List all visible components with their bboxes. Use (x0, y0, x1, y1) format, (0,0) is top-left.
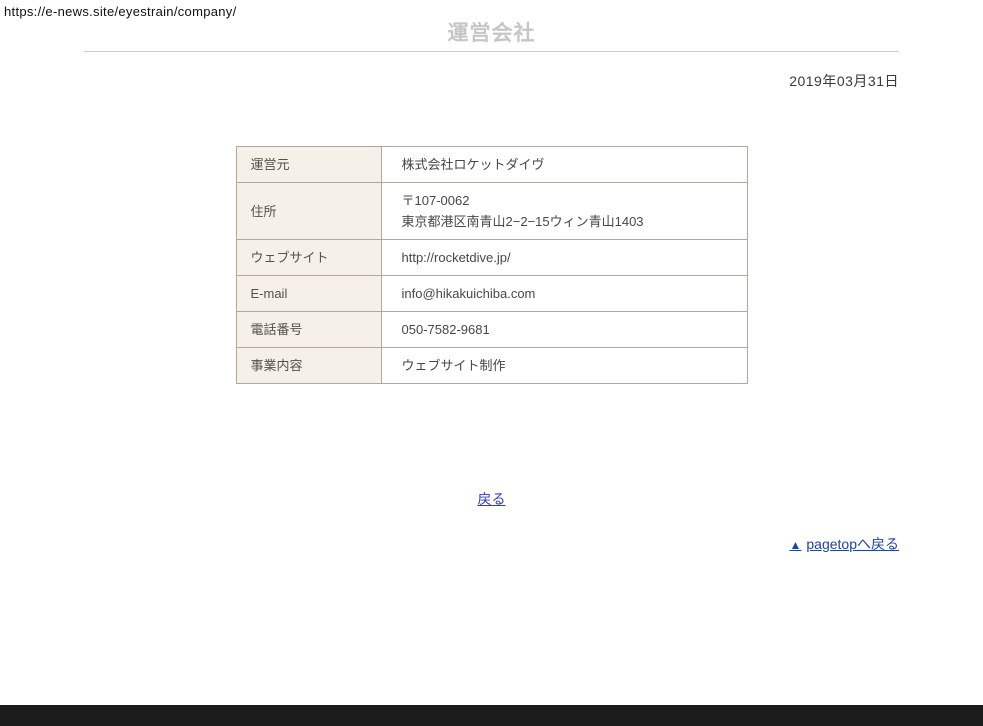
up-triangle-icon: ▲ (790, 538, 802, 552)
row-value: 〒107-0062 東京都港区南青山2−2−15ウィン青山1403 (381, 183, 747, 240)
back-link[interactable]: 戻る (478, 491, 506, 507)
row-value: 株式会社ロケットダイヴ (381, 147, 747, 183)
row-label: 住所 (236, 183, 381, 240)
footer-bar (0, 705, 983, 726)
page-title: 運営会社 (84, 23, 899, 45)
row-value: 050-7582-9681 (381, 312, 747, 348)
page-url: https://e-news.site/eyestrain/company/ (4, 4, 237, 19)
row-label: 事業内容 (236, 348, 381, 384)
pagetop-label: pagetopへ戻る (806, 536, 899, 552)
pagetop-link[interactable]: ▲ pagetopへ戻る (790, 536, 900, 552)
pagetop-container: ▲ pagetopへ戻る (84, 534, 899, 554)
row-label: 運営元 (236, 147, 381, 183)
company-info-table: 運営元 株式会社ロケットダイヴ 住所 〒107-0062 東京都港区南青山2−2… (236, 146, 748, 384)
row-label: 電話番号 (236, 312, 381, 348)
table-row: 事業内容 ウェブサイト制作 (236, 348, 747, 384)
row-label: ウェブサイト (236, 240, 381, 276)
row-label: E-mail (236, 276, 381, 312)
row-value: info@hikakuichiba.com (381, 276, 747, 312)
page-date: 2019年03月31日 (84, 71, 899, 91)
table-row: ウェブサイト http://rocketdive.jp/ (236, 240, 747, 276)
title-divider (84, 51, 899, 52)
table-row: 住所 〒107-0062 東京都港区南青山2−2−15ウィン青山1403 (236, 183, 747, 240)
row-value: ウェブサイト制作 (381, 348, 747, 384)
row-value: http://rocketdive.jp/ (381, 240, 747, 276)
main-content: 運営会社 2019年03月31日 運営元 株式会社ロケットダイヴ 住所 〒107… (84, 0, 899, 554)
table-row: 運営元 株式会社ロケットダイヴ (236, 147, 747, 183)
back-link-container: 戻る (84, 489, 899, 509)
table-row: E-mail info@hikakuichiba.com (236, 276, 747, 312)
table-row: 電話番号 050-7582-9681 (236, 312, 747, 348)
